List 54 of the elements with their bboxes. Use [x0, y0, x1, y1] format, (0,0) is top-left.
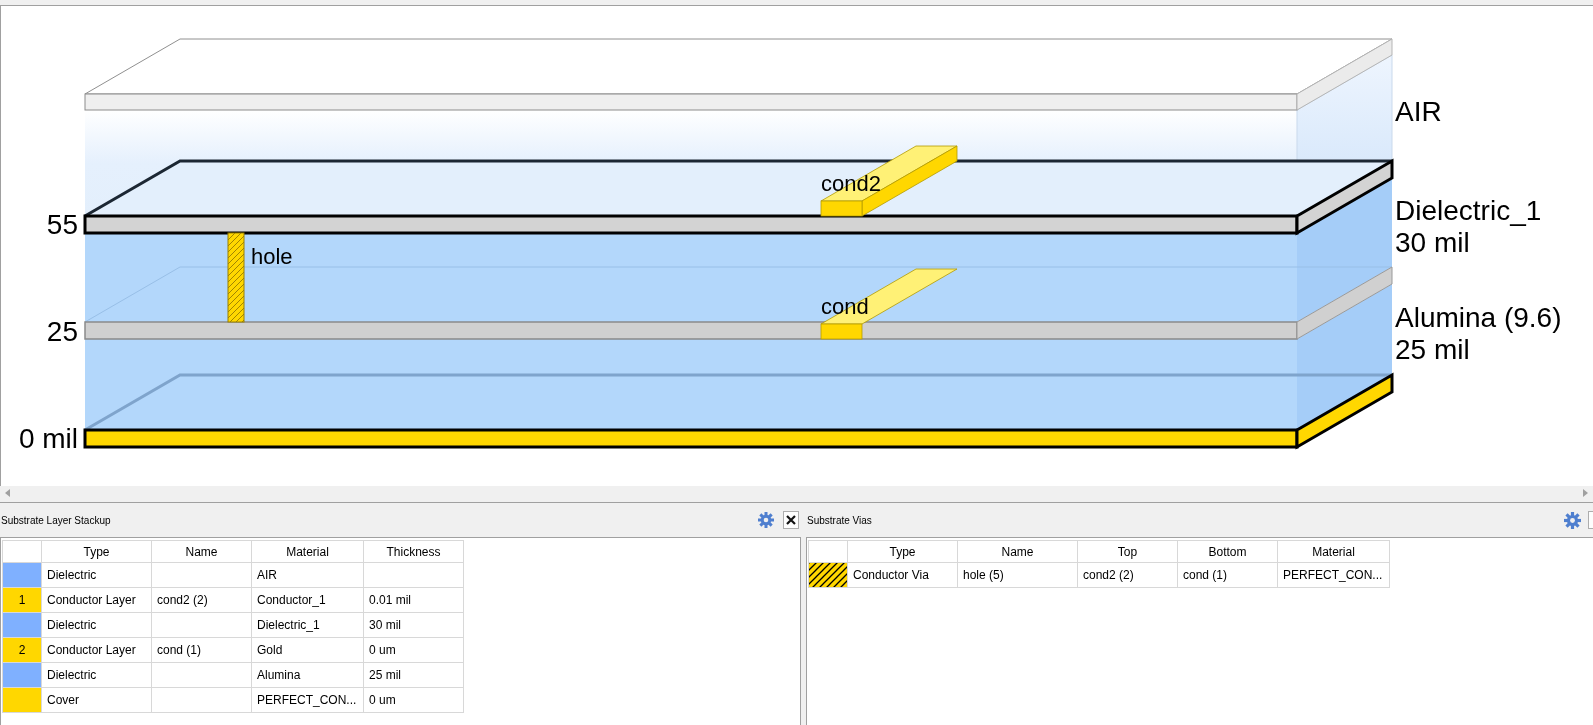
height-label: 25: [46, 316, 78, 347]
table-cell: Conductor Via: [847, 562, 958, 588]
table-cell: 0.01 mil: [363, 587, 464, 613]
table-cell: cond2 (2): [1077, 562, 1178, 588]
layer-name-label: Dielectric_1: [1395, 195, 1542, 226]
via-label: hole: [251, 244, 293, 269]
column-header: Type: [847, 540, 958, 563]
height-label: 0 mil: [18, 423, 78, 454]
close-button[interactable]: [783, 511, 799, 529]
table-cell: hole (5): [957, 562, 1078, 588]
table-cell: Dielectric_1: [251, 612, 364, 638]
table-cell: 0 um: [363, 687, 464, 713]
layer-thickness-label: 30 mil: [1395, 227, 1470, 258]
table-cell: Conductor_1: [251, 587, 364, 613]
table-cell: 30 mil: [363, 612, 464, 638]
panel-title: Substrate Layer Stackup: [0, 513, 111, 528]
table-cell: Alumina: [251, 662, 364, 688]
column-header: Material: [1277, 540, 1390, 563]
layer-name-label: AIR: [1395, 96, 1442, 127]
column-header: Type: [41, 540, 152, 563]
table-cell: cond (1): [1177, 562, 1278, 588]
table-cell: Dielectric: [41, 662, 152, 688]
settings-icon[interactable]: [1564, 511, 1581, 529]
settings-icon[interactable]: [758, 512, 774, 528]
table-cell: Gold: [251, 637, 364, 663]
table-cell: Cover: [41, 687, 152, 713]
layer-thickness-label: 25 mil: [1395, 334, 1470, 365]
trace-label: cond2: [821, 171, 881, 196]
table-cell: AIR: [251, 562, 364, 588]
column-header: Material: [251, 540, 364, 563]
table-cell: cond2 (2): [151, 587, 252, 613]
height-label: 55: [46, 209, 78, 240]
layer-name-label: Alumina (9.6): [1395, 302, 1562, 333]
panel-title: Substrate Vias: [806, 513, 872, 528]
table-cell: 25 mil: [363, 662, 464, 688]
table-cell: PERFECT_CON...: [251, 687, 364, 713]
table-cell: Conductor Layer: [41, 587, 152, 613]
column-header: Name: [957, 540, 1078, 563]
column-header: Thickness: [363, 540, 464, 563]
table-cell: PERFECT_CON...: [1277, 562, 1390, 588]
scroll-left-icon[interactable]: [5, 488, 10, 497]
layer-number-swatch: 1: [2, 587, 42, 613]
table-cell: Dielectric: [41, 562, 152, 588]
scroll-right-icon[interactable]: [1583, 488, 1588, 497]
table-cell: Conductor Layer: [41, 637, 152, 663]
column-header: Bottom: [1177, 540, 1278, 563]
column-header: Top: [1077, 540, 1178, 563]
table-cell: Dielectric: [41, 612, 152, 638]
table-cell: 0 um: [363, 637, 464, 663]
table-cell: cond (1): [151, 637, 252, 663]
close-icon: [786, 515, 796, 525]
layer-number-swatch: 2: [2, 637, 42, 663]
column-header: Name: [151, 540, 252, 563]
hatched-swatch-icon: [809, 563, 847, 587]
